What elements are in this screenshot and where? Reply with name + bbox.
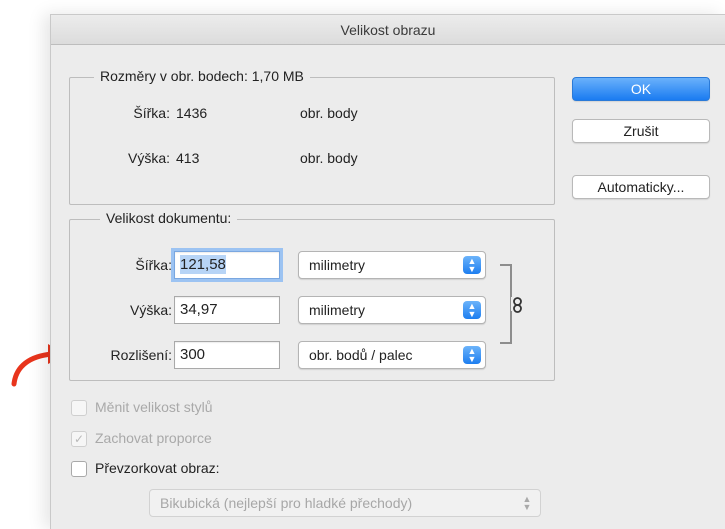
resolution-unit: obr. bodů / palec — [309, 347, 413, 363]
doc-width-input[interactable]: 121,58 — [174, 251, 280, 279]
chain-link-icon — [511, 297, 525, 313]
pixel-height-unit: obr. body — [300, 150, 358, 166]
dialog-title: Velikost obrazu — [51, 15, 725, 45]
image-size-dialog: Velikost obrazu Rozměry v obr. bodech: 1… — [50, 14, 725, 529]
document-size-group: Velikost dokumentu: Šířka: 121,58 milime… — [69, 210, 555, 381]
doc-height-label: Výška: — [129, 302, 172, 318]
doc-width-unit: milimetry — [309, 257, 365, 273]
constrain-checkbox[interactable]: ✓ — [71, 431, 87, 447]
pixel-width-value: 1436 — [176, 105, 208, 121]
pixel-dimensions-group: Rozměry v obr. bodech: 1,70 MB Šířka: 14… — [69, 68, 555, 205]
cancel-button[interactable]: Zrušit — [572, 119, 710, 143]
ok-button[interactable]: OK — [572, 77, 710, 101]
pixel-height-value: 413 — [176, 150, 200, 166]
updown-arrow-icon: ▲ ▼ — [463, 301, 481, 319]
resample-method-select[interactable]: Bikubická (nejlepší pro hladké přechody)… — [149, 489, 541, 517]
updown-arrow-icon: ▲ ▼ — [522, 494, 532, 512]
resolution-unit-select[interactable]: obr. bodů / palec ▲ ▼ — [298, 341, 486, 369]
auto-button[interactable]: Automaticky... — [572, 175, 710, 199]
doc-width-value: 121,58 — [180, 255, 226, 274]
pixel-width-label: Šířka: — [133, 105, 170, 121]
scale-styles-checkbox[interactable] — [71, 400, 87, 416]
resample-checkbox[interactable] — [71, 461, 87, 477]
updown-arrow-icon: ▲ ▼ — [463, 346, 481, 364]
resolution-input[interactable]: 300 — [174, 341, 280, 369]
pixel-height-label: Výška: — [127, 150, 170, 166]
pixel-width-unit: obr. body — [300, 105, 358, 121]
resample-method: Bikubická (nejlepší pro hladké přechody) — [160, 495, 413, 511]
doc-height-input[interactable]: 34,97 — [174, 296, 280, 324]
doc-width-label: Šířka: — [135, 257, 172, 273]
constrain-label: Zachovat proporce — [95, 430, 212, 446]
pixel-dimensions-legend: Rozměry v obr. bodech: 1,70 MB — [94, 68, 310, 84]
doc-width-unit-select[interactable]: milimetry ▲ ▼ — [298, 251, 486, 279]
document-size-legend: Velikost dokumentu: — [100, 210, 238, 226]
updown-arrow-icon: ▲ ▼ — [463, 256, 481, 274]
doc-height-unit: milimetry — [309, 302, 365, 318]
scale-styles-label: Měnit velikost stylů — [95, 399, 213, 415]
resolution-label: Rozlišení: — [110, 347, 172, 363]
resample-label: Převzorkovat obraz: — [95, 460, 220, 476]
doc-height-unit-select[interactable]: milimetry ▲ ▼ — [298, 296, 486, 324]
checkmark-icon: ✓ — [73, 432, 85, 446]
